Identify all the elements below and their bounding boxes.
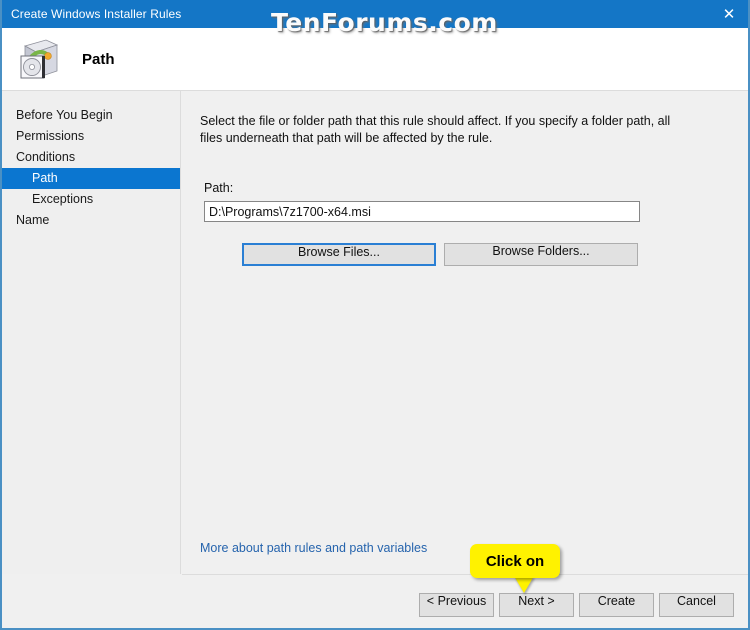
title-bar: Create Windows Installer Rules ✕ xyxy=(2,0,748,28)
previous-button-label: < Previous xyxy=(426,594,487,608)
sidebar-item-exceptions[interactable]: Exceptions xyxy=(2,189,180,210)
sidebar-item-label: Before You Begin xyxy=(16,108,113,122)
sidebar-item-label: Name xyxy=(16,213,50,227)
more-about-path-rules-link[interactable]: More about path rules and path variables xyxy=(200,541,427,555)
next-button-label: Next > xyxy=(518,594,555,608)
sidebar-item-path[interactable]: Path xyxy=(2,168,180,189)
browse-files-label: Browse Files... xyxy=(298,245,380,259)
create-button[interactable]: Create xyxy=(579,593,654,617)
sidebar-item-label: Permissions xyxy=(16,129,85,143)
sidebar-item-before-you-begin[interactable]: Before You Begin xyxy=(2,105,180,126)
wizard-step-list: Before You Begin Permissions Conditions … xyxy=(2,91,181,574)
window-title: Create Windows Installer Rules xyxy=(11,7,182,21)
browse-files-button[interactable]: Browse Files... xyxy=(242,243,436,266)
windows-installer-package-icon xyxy=(16,36,62,82)
click-on-callout: Click on xyxy=(470,544,560,578)
sidebar-item-name[interactable]: Name xyxy=(2,210,180,231)
create-windows-installer-rules-window: Create Windows Installer Rules ✕ TenForu… xyxy=(0,0,750,630)
path-input[interactable] xyxy=(204,201,640,222)
browse-folders-label: Browse Folders... xyxy=(492,244,590,258)
sidebar-item-label: Path xyxy=(32,171,58,185)
next-button[interactable]: Next > xyxy=(499,593,574,617)
footer-bar: < Previous Next > Create Cancel xyxy=(182,574,748,628)
browse-folders-button[interactable]: Browse Folders... xyxy=(444,243,638,266)
sidebar-item-conditions[interactable]: Conditions xyxy=(2,147,180,168)
sidebar-item-label: Conditions xyxy=(16,150,76,164)
instructions-text: Select the file or folder path that this… xyxy=(200,114,671,145)
callout-pointer-icon xyxy=(514,576,534,593)
path-field-label: Path: xyxy=(204,181,234,195)
previous-button[interactable]: < Previous xyxy=(419,593,494,617)
page-header: Path xyxy=(2,28,748,91)
sidebar-item-permissions[interactable]: Permissions xyxy=(2,126,180,147)
page-title: Path xyxy=(82,50,115,68)
content-pane: Select the file or folder path that this… xyxy=(182,91,748,574)
create-button-label: Create xyxy=(597,594,636,608)
cancel-button-label: Cancel xyxy=(677,594,716,608)
cancel-button[interactable]: Cancel xyxy=(659,593,734,617)
sidebar-item-label: Exceptions xyxy=(32,192,94,206)
close-icon[interactable]: ✕ xyxy=(706,0,748,28)
